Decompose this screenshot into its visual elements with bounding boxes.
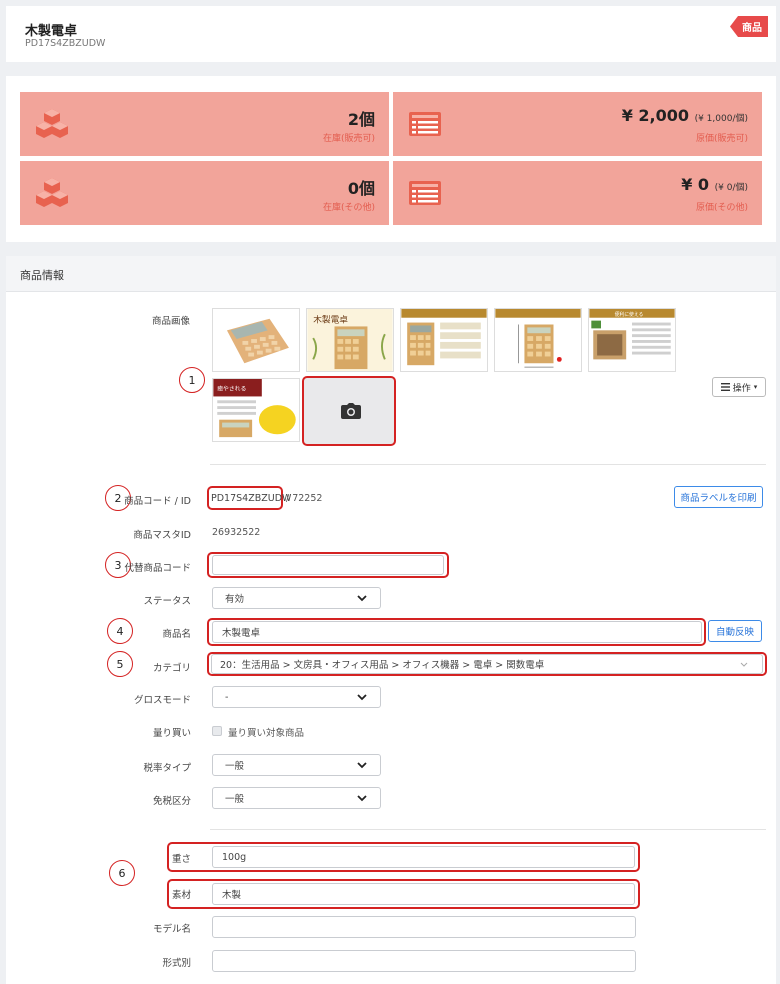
alt-code-label: 代替商品コード [124, 563, 191, 574]
annotation-marker: 1 [179, 367, 205, 393]
camera-icon [341, 403, 361, 419]
operations-dropdown-button[interactable]: 操作 ▾ [712, 377, 766, 397]
section-header: 商品情報 [6, 256, 776, 292]
stat-cost-other: ¥ 0 (¥ 0/個) 原価(その他) [393, 161, 762, 225]
product-image-thumbnail[interactable]: 便利に使える [588, 308, 676, 372]
category-select[interactable]: 20：生活用品 > 文房具・オフィス用品 > オフィス機器 > 電卓 > 関数電… [211, 654, 763, 674]
chevron-down-icon [740, 662, 748, 667]
stat-caption: 原価(その他) [695, 203, 748, 213]
divider [210, 829, 766, 830]
stat-cost-sellable: ¥ 2,000 (¥ 1,000/個) 原価(販売可) [393, 92, 762, 156]
status-select[interactable]: 有効 [212, 587, 381, 609]
gross-mode-selected: - [225, 691, 229, 703]
stat-unit-cost: (¥ 0/個) [714, 183, 748, 193]
status-selected: 有効 [225, 594, 245, 605]
stat-value: 2個 [347, 110, 375, 129]
add-photo-button[interactable] [302, 376, 396, 446]
cubes-icon [36, 109, 68, 138]
list-icon [409, 112, 441, 136]
thumbnail-caption: 癒やされる [217, 385, 246, 393]
stat-stock-other: 0個 在庫(その他) [20, 161, 389, 225]
category-label: カテゴリ [152, 663, 191, 674]
master-id-value: 26932522 [212, 527, 261, 538]
stat-caption: 在庫(販売可) [322, 134, 375, 144]
stat-caption: 原価(販売可) [695, 134, 748, 144]
cubes-icon [36, 178, 68, 207]
bulk-checkbox[interactable] [212, 726, 222, 736]
stat-value: 0個 [347, 179, 375, 198]
product-image-thumbnail[interactable] [400, 308, 488, 372]
product-image-thumbnail[interactable]: 木製電卓 [306, 308, 394, 372]
bulk-checkbox-label: 量り買い対象商品 [228, 728, 305, 739]
product-image-thumbnail[interactable]: 癒やされる [212, 378, 300, 442]
list-icon [409, 181, 441, 205]
tax-type-label: 税率タイプ [143, 763, 191, 774]
product-image-thumbnail[interactable] [494, 308, 582, 372]
id-value: / 72252 [286, 493, 323, 504]
model-name-input[interactable] [212, 916, 636, 938]
calculator-promo-image: 癒やされる [213, 379, 299, 441]
chevron-down-icon [357, 595, 367, 602]
name-label: 商品名 [162, 629, 191, 640]
code-value: PD17S4ZBZUDW [211, 493, 292, 504]
operations-label: 操作 [732, 383, 751, 394]
stat-unit-cost: (¥ 1,000/個) [694, 114, 748, 124]
calculator-size-image [495, 309, 581, 371]
tax-exempt-selected: 一般 [225, 794, 245, 805]
status-label: ステータス [143, 596, 191, 607]
section-title: 商品情報 [20, 269, 64, 282]
product-type-ribbon: 商品 [730, 16, 768, 37]
list-icon [720, 383, 730, 391]
product-title: 木製電卓 [25, 24, 78, 39]
calculator-feature-image [401, 309, 487, 371]
weight-input[interactable]: 100g [212, 846, 635, 868]
divider [210, 464, 766, 465]
master-id-label: 商品マスタID [133, 530, 191, 541]
product-image-thumbnail[interactable] [212, 308, 300, 372]
stock-summary: 2個 在庫(販売可) ¥ 2,000 (¥ 1,000/個) 原価(販売可) 0… [6, 76, 776, 242]
auto-reflect-button[interactable]: 自動反映 [708, 620, 762, 642]
images-label: 商品画像 [151, 316, 190, 327]
product-header: 木製電卓 PD17S4ZBZUDW 商品 [6, 6, 776, 62]
stat-caption: 在庫(その他) [322, 203, 375, 213]
print-label-button[interactable]: 商品ラベルを印刷 [674, 486, 763, 508]
product-code: PD17S4ZBZUDW [25, 38, 106, 49]
code-label: 商品コード / ID [124, 496, 191, 507]
stat-stock-sellable: 2個 在庫(販売可) [20, 92, 389, 156]
tax-type-selected: 一般 [225, 761, 245, 772]
calculator-usage-image: 便利に使える [589, 309, 675, 371]
tax-exempt-select[interactable]: 一般 [212, 787, 381, 809]
form-type-input[interactable] [212, 950, 636, 972]
thumbnail-caption: 木製電卓 [313, 314, 348, 326]
bulk-label: 量り買い [152, 728, 191, 739]
chevron-down-icon [357, 762, 367, 769]
calculator-photo [213, 309, 299, 371]
gross-mode-label: グロスモード [133, 695, 191, 706]
product-name-input[interactable]: 木製電卓 [212, 621, 702, 643]
stat-value-line: ¥ 2,000 (¥ 1,000/個) [622, 106, 748, 125]
gross-mode-select[interactable]: - [212, 686, 381, 708]
tax-exempt-label: 免税区分 [152, 796, 191, 807]
stat-value-line: ¥ 0 (¥ 0/個) [681, 175, 748, 194]
material-input[interactable]: 木製 [212, 883, 635, 905]
stat-value: ¥ 2,000 [621, 106, 689, 125]
tax-type-select[interactable]: 一般 [212, 754, 381, 776]
form-type-label: 形式別 [162, 958, 191, 969]
stat-value: ¥ 0 [681, 175, 710, 194]
calculator-banner-image: 木製電卓 [307, 309, 393, 371]
thumbnail-caption: 便利に使える [615, 311, 644, 318]
model-name-label: モデル名 [152, 924, 191, 935]
caret-down-icon: ▾ [753, 383, 758, 391]
alt-code-input[interactable] [212, 555, 444, 575]
category-selected: 20：生活用品 > 文房具・オフィス用品 > オフィス機器 > 電卓 > 関数電… [220, 660, 545, 671]
product-info-panel: 商品情報 商品画像 木製電卓 便利に使える 癒やされる 操作 ▾ 1 2 商品コ… [6, 256, 776, 984]
chevron-down-icon [357, 694, 367, 701]
chevron-down-icon [357, 795, 367, 802]
